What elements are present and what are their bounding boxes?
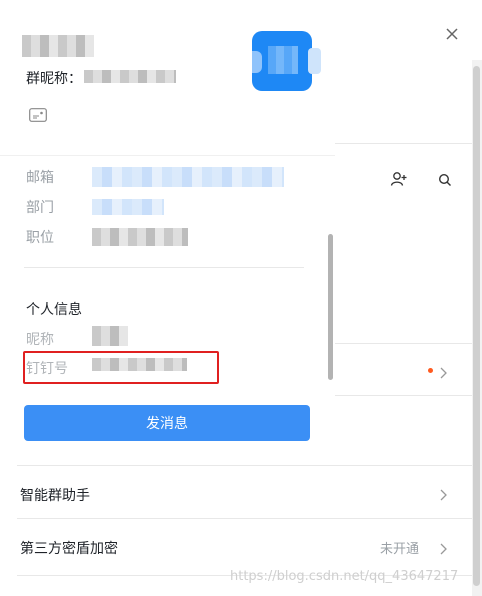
smart-assistant-label: 智能群助手	[20, 488, 90, 504]
outer-scrollbar-thumb[interactable]	[473, 66, 480, 586]
watermark: https://blog.csdn.net/qq_43647217	[230, 569, 459, 584]
right-divider-row	[335, 343, 482, 344]
position-value-blurred	[92, 228, 188, 246]
third-party-encryption-label: 第三方密盾加密	[20, 541, 118, 557]
section-divider	[24, 267, 304, 268]
add-person-icon[interactable]	[390, 170, 408, 188]
avatar-blur-center	[268, 46, 298, 74]
third-party-encryption-status: 未开通	[380, 542, 420, 557]
notification-dot	[428, 368, 433, 373]
highlight-box	[23, 351, 219, 384]
department-label: 部门	[26, 200, 54, 216]
position-label: 职位	[26, 230, 54, 246]
chevron-right-icon[interactable]	[439, 364, 447, 379]
chevron-right-icon	[439, 540, 447, 555]
search-icon[interactable]	[438, 172, 452, 186]
personal-info-title: 个人信息	[26, 302, 82, 318]
close-icon[interactable]	[444, 26, 460, 42]
group-nickname-label: 群昵称：	[26, 71, 82, 87]
id-card-icon[interactable]	[29, 107, 47, 122]
group-nickname-value-blurred	[84, 70, 176, 83]
avatar-blur-left	[252, 51, 262, 73]
chevron-right-icon	[439, 486, 447, 501]
department-value-blurred	[92, 199, 164, 215]
avatar-blur-right	[308, 48, 321, 74]
nickname-label: 昵称	[26, 332, 54, 348]
avatar[interactable]	[252, 31, 312, 91]
send-message-button[interactable]: 发消息	[24, 405, 310, 441]
right-divider-row2	[335, 395, 482, 396]
email-label: 邮箱	[26, 170, 54, 186]
inner-scrollbar-thumb[interactable]	[328, 234, 333, 380]
nickname-value-blurred	[92, 326, 128, 346]
user-name-blurred	[22, 35, 94, 57]
email-value-blurred[interactable]	[92, 167, 284, 187]
right-divider-top	[335, 143, 482, 144]
